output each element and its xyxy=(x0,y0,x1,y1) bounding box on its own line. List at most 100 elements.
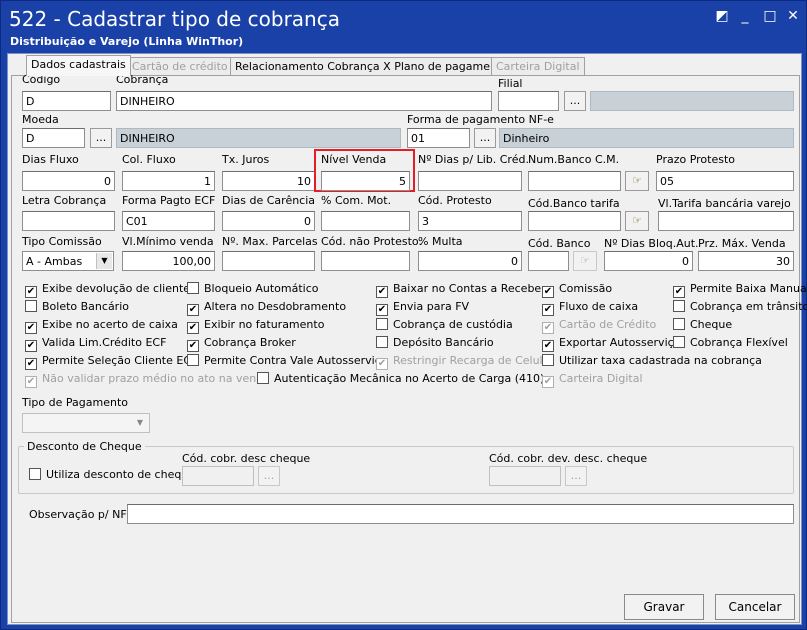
num-banco-cm-input[interactable] xyxy=(528,171,621,191)
forma-pag-nfe-desc: Dinheiro xyxy=(499,128,794,148)
com-mot-input[interactable] xyxy=(321,211,410,231)
filial-search-button[interactable]: ... xyxy=(564,91,586,111)
dias-fluxo-input[interactable]: 0 xyxy=(22,171,115,191)
moeda-desc: DINHEIRO xyxy=(116,128,401,148)
checkbox-permite-baixa-manual[interactable]: ✔ Permite Baixa Manual xyxy=(673,282,807,298)
checkbox-contra-vale[interactable]: Permite Contra Vale Autosserviço xyxy=(187,354,388,368)
col-fluxo-input[interactable]: 1 xyxy=(122,171,215,191)
forma-pagto-ecf-input[interactable]: C01 xyxy=(122,211,215,231)
checkbox-altera-desdobramento[interactable]: ✔ Altera no Desdobramento xyxy=(187,300,346,316)
checkbox-valida-lim-credito[interactable]: ✔ Valida Lim.Crédito ECF xyxy=(25,336,166,352)
checkbox-comissao[interactable]: ✔ Comissão xyxy=(542,282,612,298)
checkbox-cartao-credito[interactable]: ✔ Cartão de Crédito xyxy=(542,318,656,334)
desconto-cheque-title: Desconto de Cheque xyxy=(24,440,145,453)
checkbox-carteira-digital[interactable]: ✔ Carteira Digital xyxy=(542,372,643,388)
n-dias-bloq-label: Nº Dias Bloq.Aut. xyxy=(604,237,699,250)
cod-desc-cheque-input[interactable] xyxy=(182,466,254,486)
prz-max-venda-label: Prz. Máx. Venda xyxy=(698,237,786,250)
cod-protesto-input[interactable]: 3 xyxy=(418,211,522,231)
cod-banco-tarifa-input[interactable] xyxy=(528,211,621,231)
n-max-parcelas-label: Nº. Max. Parcelas xyxy=(222,235,318,248)
filial-input[interactable] xyxy=(498,91,559,111)
cod-dev-cheque-label: Cód. cobr. dev. desc. cheque xyxy=(489,452,648,465)
close-button[interactable]: ✕ xyxy=(784,7,802,25)
com-mot-label: % Com. Mot. xyxy=(321,194,392,207)
multa-label: % Multa xyxy=(418,235,463,248)
vl-minimo-input[interactable]: 100,00 xyxy=(122,251,215,271)
cod-nao-protesto-input[interactable] xyxy=(321,251,410,271)
tipo-pagamento-label: Tipo de Pagamento xyxy=(22,396,128,409)
forma-pag-nfe-input[interactable]: 01 xyxy=(407,128,470,148)
checkbox-cobranca-transito[interactable]: Cobrança em trânsito xyxy=(673,300,807,314)
cancelar-button[interactable]: Cancelar xyxy=(715,594,795,620)
cobranca-input[interactable]: DINHEIRO xyxy=(116,91,492,111)
chevron-down-icon[interactable]: ▼ xyxy=(132,415,148,431)
dias-fluxo-label: Dias Fluxo xyxy=(22,153,79,166)
forma-pag-nfe-search-button[interactable]: ... xyxy=(474,128,496,148)
cod-banco-lookup-icon[interactable]: ☞ xyxy=(573,251,597,271)
checkbox-utilizar-taxa[interactable]: Utilizar taxa cadastrada na cobrança xyxy=(542,354,762,368)
dias-carencia-input[interactable]: 0 xyxy=(222,211,315,231)
filial-desc xyxy=(590,91,794,111)
moeda-input[interactable]: D xyxy=(22,128,85,148)
restore-icon[interactable]: ◩ xyxy=(713,7,731,25)
gravar-button[interactable]: Gravar xyxy=(624,594,704,620)
nivel-venda-label: Nível Venda xyxy=(321,153,387,166)
codigo-input[interactable]: D xyxy=(22,91,111,111)
filial-label: Filial xyxy=(498,77,523,90)
cod-nao-protesto-label: Cód. não Protesto. xyxy=(321,235,422,248)
checkbox-baixar-contas-receber[interactable]: ✔ Baixar no Contas a Receber xyxy=(376,282,546,298)
checkbox-bloqueio-automatico[interactable]: Bloqueio Automático xyxy=(187,282,318,296)
n-dias-lib-input[interactable] xyxy=(418,171,522,191)
window-title: 522 - Cadastrar tipo de cobrança xyxy=(9,7,340,31)
tx-juros-input[interactable]: 10 xyxy=(222,171,315,191)
checkbox-exibir-faturamento[interactable]: ✔ Exibir no faturamento xyxy=(187,318,324,334)
checkbox-nao-validar-prazo[interactable]: ✔ Não validar prazo médio no ato na venda xyxy=(25,372,270,388)
tipo-comissao-select[interactable]: A - Ambas ▼ xyxy=(22,251,114,271)
checkbox-permite-selecao-cliente[interactable]: ✔ Permite Seleção Cliente ECF xyxy=(25,354,197,370)
multa-input[interactable]: 0 xyxy=(418,251,522,271)
num-banco-cm-lookup-icon[interactable]: ☞ xyxy=(625,171,649,191)
checkbox-restringir-recarga[interactable]: ✔ Restringir Recarga de Celular xyxy=(376,354,554,370)
letra-cobranca-label: Letra Cobrança xyxy=(22,194,107,207)
checkbox-autenticacao-mecanica[interactable]: Autenticação Mecânica no Acerto de Carga… xyxy=(257,372,544,386)
checkbox-deposito-bancario[interactable]: Depósito Bancário xyxy=(376,336,494,350)
forma-pag-nfe-label: Forma de pagamento NF-e xyxy=(407,113,554,126)
moeda-search-button[interactable]: ... xyxy=(90,128,112,148)
checkbox-cobranca-custodia[interactable]: Cobrança de custódia xyxy=(376,318,513,332)
cod-banco-tarifa-lookup-icon[interactable]: ☞ xyxy=(625,211,649,231)
prazo-protesto-input[interactable]: 05 xyxy=(656,171,794,191)
observacao-input[interactable] xyxy=(127,504,794,524)
tab-relacionamento[interactable]: Relacionamento Cobrança X Plano de pagam… xyxy=(230,57,514,75)
vl-tarifa-input[interactable] xyxy=(658,211,794,231)
tab-carteira-digital[interactable]: Carteira Digital xyxy=(491,57,585,75)
tipo-pagamento-select[interactable]: ▼ xyxy=(22,413,150,433)
nivel-venda-input[interactable]: 5 xyxy=(321,171,410,191)
cod-dev-cheque-search-button[interactable]: ... xyxy=(565,466,587,486)
n-max-parcelas-input[interactable] xyxy=(222,251,315,271)
cod-dev-cheque-input[interactable] xyxy=(489,466,561,486)
client-area: Dados cadastrais Cartão de crédito Relac… xyxy=(7,53,807,625)
cod-desc-cheque-search-button[interactable]: ... xyxy=(258,466,280,486)
prz-max-venda-input[interactable]: 30 xyxy=(698,251,794,271)
maximize-button[interactable]: □ xyxy=(761,7,779,25)
n-dias-bloq-input[interactable]: 0 xyxy=(604,251,693,271)
col-fluxo-label: Col. Fluxo xyxy=(122,153,176,166)
checkbox-cobranca-broker[interactable]: ✔ Cobrança Broker xyxy=(187,336,296,352)
checkbox-exportar-autosservico[interactable]: ✔ Exportar Autosserviço xyxy=(542,336,680,352)
minimize-button[interactable]: _ xyxy=(736,7,754,25)
checkbox-envia-fv[interactable]: ✔ Envia para FV xyxy=(376,300,469,316)
checkbox-cobranca-flexivel[interactable]: Cobrança Flexível xyxy=(673,336,788,350)
letra-cobranca-input[interactable] xyxy=(22,211,115,231)
cod-banco-input[interactable] xyxy=(528,251,569,271)
checkbox-exibe-acerto-caixa[interactable]: ✔ Exibe no acerto de caixa xyxy=(25,318,178,334)
checkbox-exibe-devolucao[interactable]: ✔ Exibe devolução de cliente xyxy=(25,282,190,298)
checkbox-boleto-bancario[interactable]: Boleto Bancário xyxy=(25,300,129,314)
tab-dados-cadastrais[interactable]: Dados cadastrais xyxy=(26,55,131,76)
chevron-down-icon[interactable]: ▼ xyxy=(96,253,112,269)
checkbox-cheque[interactable]: Cheque xyxy=(673,318,732,332)
dias-carencia-label: Dias de Carência xyxy=(222,194,316,207)
checkbox-utiliza-desconto[interactable]: Utiliza desconto de cheque xyxy=(29,468,195,482)
vl-tarifa-label: Vl.Tarifa bancária varejo xyxy=(658,197,791,210)
checkbox-fluxo-caixa[interactable]: ✔ Fluxo de caixa xyxy=(542,300,638,316)
